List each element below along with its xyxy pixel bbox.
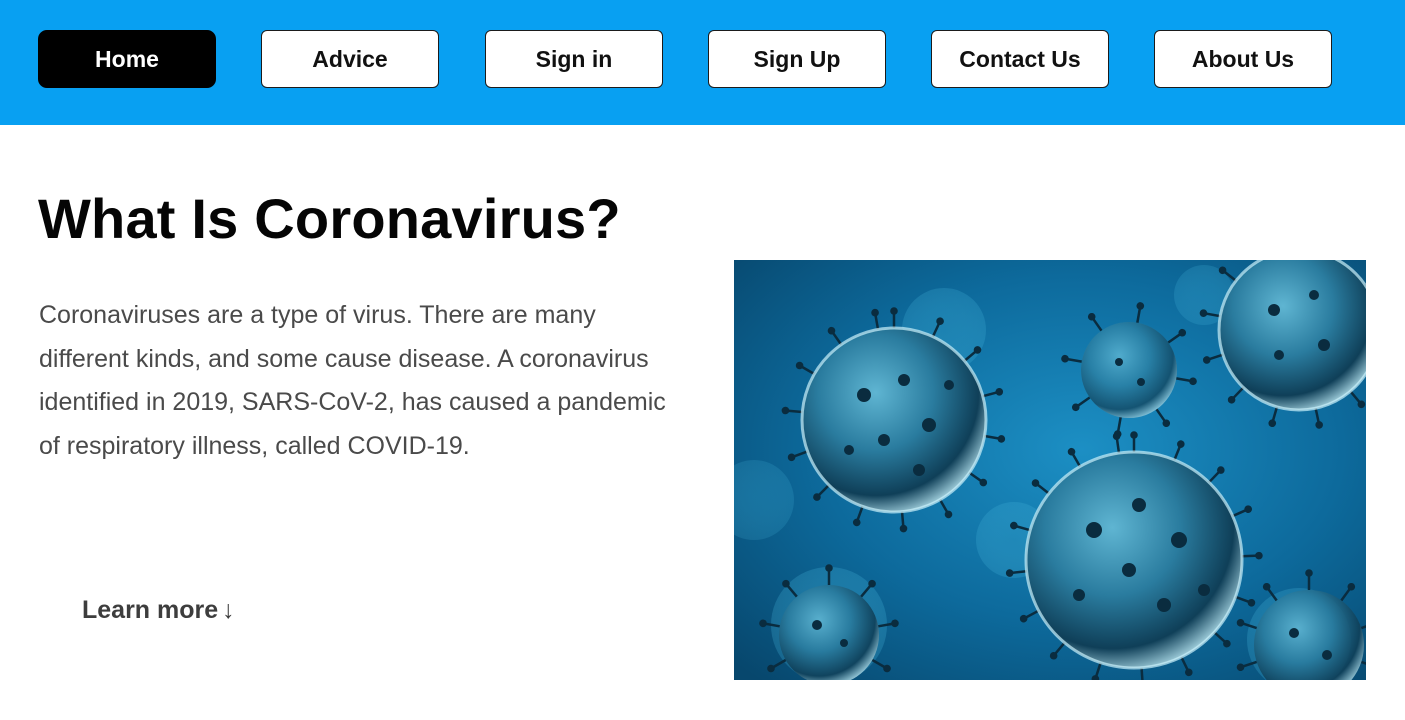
coronavirus-image — [734, 260, 1366, 680]
arrow-down-icon: ↓ — [222, 596, 235, 624]
nav-sign-up-button[interactable]: Sign Up — [708, 30, 886, 88]
nav-contact-us-button[interactable]: Contact Us — [931, 30, 1109, 88]
learn-more-link[interactable]: Learn more ↓ — [82, 590, 235, 630]
learn-more-label: Learn more — [82, 596, 219, 624]
coronavirus-illustration — [734, 260, 1366, 680]
top-navigation-bar: Home Advice Sign in Sign Up Contact Us A… — [0, 0, 1405, 125]
nav-sign-in-button[interactable]: Sign in — [485, 30, 663, 88]
nav-advice-button[interactable]: Advice — [261, 30, 439, 88]
page-title: What Is Coronavirus? — [38, 187, 621, 250]
nav-about-us-button[interactable]: About Us — [1154, 30, 1332, 88]
coronavirus-description: Coronaviruses are a type of virus. There… — [39, 301, 666, 460]
nav-home-button[interactable]: Home — [38, 30, 216, 88]
